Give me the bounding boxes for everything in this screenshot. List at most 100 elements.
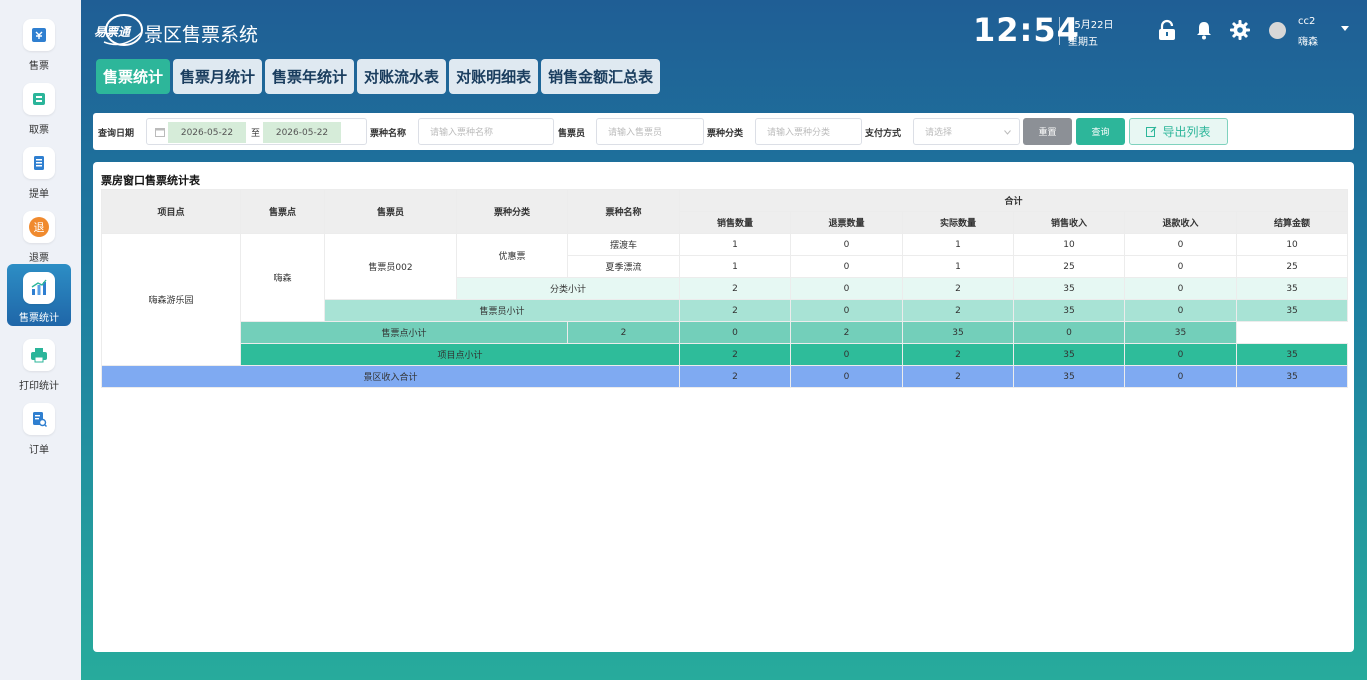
pay-method-select[interactable]: 请选择: [913, 118, 1020, 145]
col-header-category: 票种分类: [456, 189, 568, 234]
cell-value: 2: [679, 277, 791, 300]
cell-value: 0: [679, 321, 791, 344]
sidebar-item-label: 售票统计: [19, 313, 59, 324]
cell-value: 35: [1235, 343, 1349, 366]
cell-value: 0: [1124, 365, 1237, 388]
lock-icon[interactable]: [1156, 19, 1178, 41]
sidebar-item-print-stats[interactable]: 打印统计: [7, 336, 71, 396]
cell-value: 0: [1013, 321, 1125, 344]
report-table: 项目点 售票点 售票员 票种分类 票种名称 合计 销售数量 退票数量 实际数量 …: [101, 189, 1349, 388]
ticket-category-label: 票种分类: [707, 129, 744, 139]
cell-value: 0: [790, 233, 903, 256]
cell-value: 0: [1124, 255, 1237, 278]
clock-date: 05月22日: [1068, 20, 1114, 31]
cell-value: 2: [790, 321, 903, 344]
chevron-down-icon[interactable]: [1341, 26, 1349, 31]
ticket-name-label: 票种名称: [370, 129, 407, 139]
export-button-label: 导出列表: [1162, 125, 1211, 139]
cell-value: 0: [1124, 299, 1237, 322]
edit-icon: [1146, 126, 1157, 137]
sidebar-item-orders[interactable]: 订单: [7, 400, 71, 460]
tab-sales-summary[interactable]: 销售金额汇总表: [541, 59, 661, 94]
cell-value: 2: [902, 365, 1014, 388]
cell-value: 10: [1235, 233, 1349, 256]
col-header-sold-qty: 销售数量: [679, 211, 791, 234]
cell-value: 0: [1124, 277, 1237, 300]
pay-method-placeholder: 请选择: [925, 128, 953, 138]
sidebar-item-label: 打印统计: [19, 381, 59, 392]
cell-value: 35: [1235, 299, 1349, 322]
user-name: cc2: [1298, 16, 1316, 27]
cell-value: 2: [902, 299, 1014, 322]
report-panel: 票房窗口售票统计表 项目点 售票点 售票员 票种分类 票种名称 合计 销售数量 …: [93, 162, 1354, 652]
avatar[interactable]: [1269, 22, 1286, 39]
cell-ticket: 夏季漂流: [567, 255, 680, 278]
cell-seller: 售票员002: [324, 233, 457, 300]
cell-point: 嗨森: [240, 233, 325, 322]
reset-button[interactable]: 重置: [1023, 118, 1072, 145]
table-row: 嗨森游乐园 嗨森 售票员002 优惠票 摆渡车 1 0 1 10 0 10: [101, 233, 1349, 366]
sidebar-item-bill[interactable]: 提单: [7, 144, 71, 204]
cell-value: 0: [1124, 233, 1237, 256]
date-from-value[interactable]: 2026-05-22: [168, 122, 246, 143]
filter-bar: 查询日期 2026-05-22 至 2026-05-22 票种名称 请输入票种名…: [93, 113, 1354, 150]
seller-input[interactable]: 请输入售票员: [596, 118, 704, 145]
seller-label: 售票员: [558, 129, 586, 139]
cell-value: 1: [902, 255, 1014, 278]
document-icon: [23, 147, 55, 179]
sidebar-item-sell[interactable]: 售票: [7, 16, 71, 76]
grand-total-row: 景区收入合计 2 0 2 35 0 35: [101, 365, 1349, 388]
sidebar: 售票 取票 提单 退 退票 售票统计 打印统计 订单: [0, 0, 81, 680]
cell-value: 1: [902, 233, 1014, 256]
tab-yearly-stats[interactable]: 售票年统计: [265, 59, 355, 94]
order-search-icon: [23, 403, 55, 435]
query-button[interactable]: 查询: [1076, 118, 1125, 145]
cell-value: 1: [679, 233, 791, 256]
col-header-settle-amount: 结算金额: [1235, 211, 1349, 234]
col-header-sales-income: 销售收入: [1013, 211, 1125, 234]
pay-method-label: 支付方式: [865, 129, 902, 139]
tab-reconcile-flow[interactable]: 对账流水表: [357, 59, 447, 94]
cell-value: 35: [1124, 321, 1237, 344]
tab-reconcile-detail[interactable]: 对账明细表: [449, 59, 539, 94]
cell-value: 2: [902, 343, 1014, 366]
refund-icon: 退: [23, 211, 55, 243]
cell-total-label: 景区收入合计: [101, 365, 680, 388]
cell-value: 35: [1013, 343, 1125, 366]
tab-sales-stats[interactable]: 售票统计: [96, 59, 171, 94]
date-label: 查询日期: [98, 129, 135, 139]
cell-value: 35: [1235, 277, 1349, 300]
tab-monthly-stats[interactable]: 售票月统计: [173, 59, 263, 94]
gear-icon[interactable]: [1229, 19, 1251, 41]
cell-subtotal-label: 售票员小计: [324, 299, 680, 322]
cell-value: 2: [679, 343, 791, 366]
cell-value: 35: [902, 321, 1014, 344]
ticket-name-input[interactable]: 请输入票种名称: [418, 118, 554, 145]
cell-value: 1: [679, 255, 791, 278]
cell-value: 10: [1013, 233, 1125, 256]
ticket-icon: [23, 19, 55, 51]
cell-value: 25: [1013, 255, 1125, 278]
app-logo: 易票通: [94, 12, 144, 50]
cell-value: 0: [790, 365, 903, 388]
date-to-value[interactable]: 2026-05-22: [263, 122, 341, 143]
date-range-picker[interactable]: 2026-05-22 至 2026-05-22: [146, 118, 367, 145]
col-header-point: 售票点: [240, 189, 325, 234]
sidebar-item-sales-stats[interactable]: 售票统计: [7, 264, 71, 326]
cell-value: 0: [790, 299, 903, 322]
ticket-category-input[interactable]: 请输入票种分类: [755, 118, 862, 145]
cell-category: 优惠票: [456, 233, 568, 278]
stats-chart-icon: [23, 272, 55, 304]
sidebar-item-pickup[interactable]: 取票: [7, 80, 71, 140]
printer-icon: [23, 339, 55, 371]
point-subtotal-row: 售票点小计 2 0 2 35 0 35: [101, 321, 1348, 344]
export-button[interactable]: 导出列表: [1129, 118, 1228, 145]
clock-weekday: 星期五: [1068, 37, 1098, 48]
bell-icon[interactable]: [1193, 19, 1215, 41]
report-tabs: 售票统计 售票月统计 售票年统计 对账流水表 对账明细表 销售金额汇总表: [96, 59, 661, 94]
cell-value: 0: [790, 277, 903, 300]
cell-project: 嗨森游乐园: [101, 233, 241, 366]
cell-value: 35: [1235, 365, 1349, 388]
cell-value: 2: [567, 321, 680, 344]
sidebar-item-refund[interactable]: 退 退票: [7, 208, 71, 268]
